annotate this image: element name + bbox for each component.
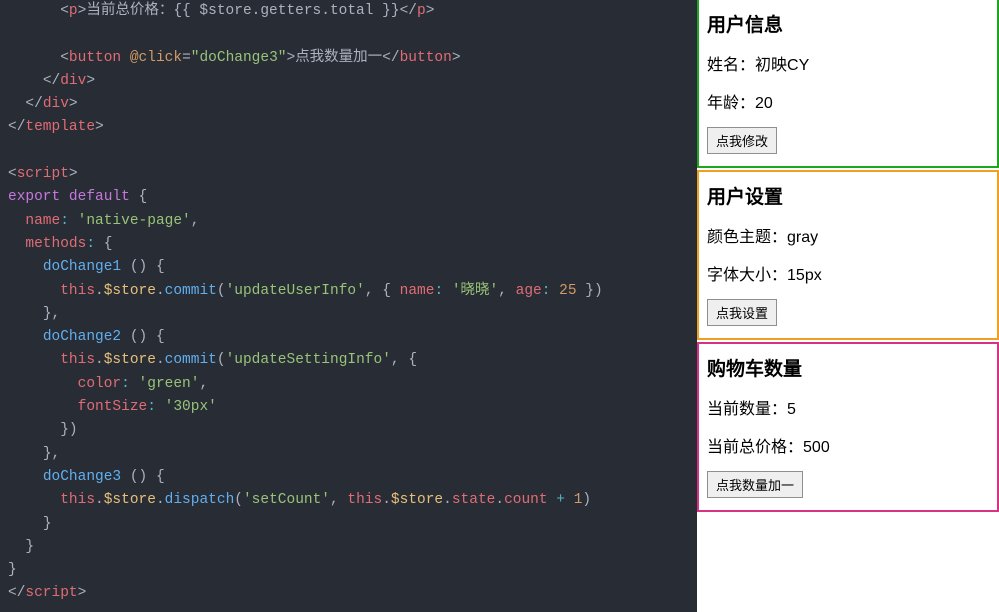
user-info-name-label: 姓名： (707, 57, 755, 74)
code-line[interactable]: } (8, 559, 697, 582)
code-line[interactable]: this.$store.commit('updateUserInfo', { n… (8, 280, 697, 303)
user-info-title: 用户信息 (707, 10, 989, 37)
code-line[interactable]: }, (8, 303, 697, 326)
code-line[interactable] (8, 23, 697, 46)
code-line[interactable]: }, (8, 443, 697, 466)
code-line[interactable]: methods: { (8, 233, 697, 256)
code-line[interactable]: </div> (8, 93, 697, 116)
cart-total-value: 500 (803, 439, 830, 456)
cart-count-label: 当前数量： (707, 401, 787, 418)
code-line[interactable]: color: 'green', (8, 373, 697, 396)
user-setting-theme-label: 颜色主题： (707, 229, 787, 246)
code-line[interactable]: doChange2 () { (8, 326, 697, 349)
code-line[interactable]: this.$store.dispatch('setCount', this.$s… (8, 489, 697, 512)
code-line[interactable]: doChange1 () { (8, 256, 697, 279)
cart-panel: 购物车数量 当前数量：5 当前总价格：500 点我数量加一 (697, 342, 999, 512)
code-line[interactable]: <p>当前总价格：{{ $store.getters.total }}</p> (8, 0, 697, 23)
code-line[interactable]: export default { (8, 186, 697, 209)
code-line[interactable]: <script> (8, 163, 697, 186)
user-setting-panel: 用户设置 颜色主题：gray 字体大小：15px 点我设置 (697, 170, 999, 340)
cart-total-row: 当前总价格：500 (707, 433, 989, 457)
code-line[interactable]: name: 'native-page', (8, 210, 697, 233)
code-line[interactable]: } (8, 536, 697, 559)
user-info-edit-button[interactable]: 点我修改 (707, 127, 777, 154)
cart-total-label: 当前总价格： (707, 439, 803, 456)
cart-count-row: 当前数量：5 (707, 395, 989, 419)
user-setting-button[interactable]: 点我设置 (707, 299, 777, 326)
cart-add-button[interactable]: 点我数量加一 (707, 471, 803, 498)
cart-count-value: 5 (787, 401, 796, 418)
code-line[interactable]: </script> (8, 582, 697, 605)
code-line[interactable]: }) (8, 419, 697, 442)
code-line[interactable]: <button @click="doChange3">点我数量加一</butto… (8, 47, 697, 70)
user-info-age-label: 年龄： (707, 95, 755, 112)
code-line[interactable]: doChange3 () { (8, 466, 697, 489)
code-line[interactable]: </div> (8, 70, 697, 93)
user-setting-font-label: 字体大小： (707, 267, 787, 284)
code-line[interactable] (8, 140, 697, 163)
user-info-panel: 用户信息 姓名：初映CY 年龄：20 点我修改 (697, 0, 999, 168)
user-info-name-row: 姓名：初映CY (707, 51, 989, 75)
user-info-name-value: 初映CY (755, 57, 809, 74)
cart-title: 购物车数量 (707, 354, 989, 381)
user-setting-theme-row: 颜色主题：gray (707, 223, 989, 247)
code-line[interactable]: </template> (8, 116, 697, 139)
code-editor-pane[interactable]: <p>当前总价格：{{ $store.getters.total }}</p> … (0, 0, 697, 612)
user-setting-title: 用户设置 (707, 182, 989, 209)
code-line[interactable]: this.$store.commit('updateSettingInfo', … (8, 349, 697, 372)
user-info-age-value: 20 (755, 95, 773, 112)
user-info-age-row: 年龄：20 (707, 89, 989, 113)
preview-pane: 用户信息 姓名：初映CY 年龄：20 点我修改 用户设置 颜色主题：gray 字… (697, 0, 999, 612)
user-setting-font-value: 15px (787, 267, 822, 284)
code-line[interactable]: } (8, 513, 697, 536)
code-line[interactable]: fontSize: '30px' (8, 396, 697, 419)
user-setting-theme-value: gray (787, 229, 818, 246)
user-setting-font-row: 字体大小：15px (707, 261, 989, 285)
